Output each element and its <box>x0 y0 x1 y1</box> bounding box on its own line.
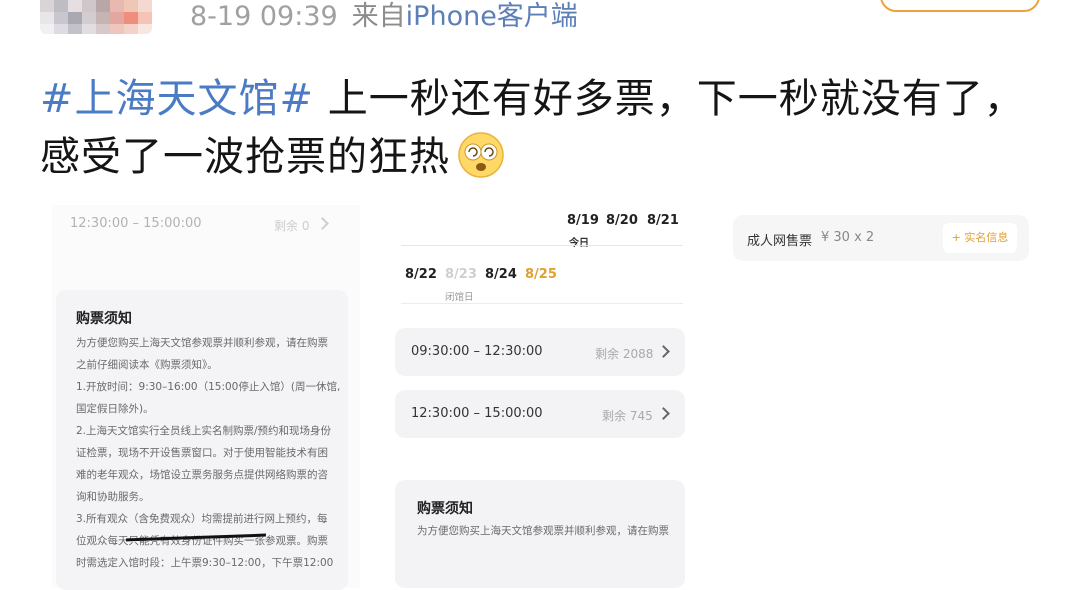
notice-line: 之前仔细阅读本《购票须知》。 <box>76 359 218 371</box>
post-from-prefix: 来自 <box>351 1 406 32</box>
notice-body: 为方便您购买上海天文馆参观票并顺利参观，请在购票 <box>417 520 679 542</box>
notice-line: 为方便您购买上海天文馆参观票并顺利参观，请在购票 <box>417 525 669 537</box>
notice-line: 1.开放时间：9:30–16:00（15:00停止入馆）(周一休馆, <box>76 381 341 393</box>
date-row: 8/22 8/23 8/24 8/25 闭馆日 <box>393 263 693 305</box>
date-tab-disabled: 8/23 <box>445 267 477 282</box>
ticket-price: ¥ 30 x 2 <box>821 230 875 245</box>
chevron-right-icon <box>657 407 670 420</box>
notice-title: 购票须知 <box>417 501 473 517</box>
notice-line: 难的老年观众，场馆设立票务服务点提供网络购票的咨 <box>76 469 328 481</box>
today-label: 今日 <box>569 238 589 249</box>
divider <box>401 245 683 246</box>
time-slot-row[interactable]: 09:30:00 – 12:30:00 剩余 2088 <box>395 328 685 376</box>
left-notice-card: 购票须知 为方便您购买上海天文馆参观票并顺利参观，请在购票 之前仔细阅读本《购票… <box>56 290 348 590</box>
time-slot-row[interactable]: 12:30:00 – 15:00:00 剩余 745 <box>395 390 685 438</box>
notice-card: 购票须知 为方便您购买上海天文馆参观票并顺利参观，请在购票 <box>395 480 685 588</box>
slot-time: 09:30:00 – 12:30:00 <box>411 344 543 359</box>
date-tab[interactable]: 8/21 <box>647 213 679 228</box>
notice-line: 2.上海天文馆实行全员线上实名制购票/预约和现场身份 <box>76 425 332 437</box>
left-slot-remain: 剩余 0 <box>274 219 310 233</box>
add-realname-button[interactable]: + 实名信息 <box>943 223 1017 253</box>
dizzy-face-emoji-icon <box>456 130 506 180</box>
closed-day-label: 闭馆日 <box>445 292 474 303</box>
middle-screenshot: 8/19 8/20 8/21 今日 8/22 8/23 8/24 8/25 闭馆… <box>393 205 693 588</box>
date-tab[interactable]: 8/22 <box>405 267 437 282</box>
notice-line: 时需选定入馆时段：上午票9:30–12:00，下午票12:00 <box>76 557 334 569</box>
ticket-name: 成人网售票 <box>747 234 813 249</box>
slot-remain: 剩余 2088 <box>595 347 654 361</box>
chevron-right-icon <box>657 345 670 358</box>
notice-line: 为方便您购买上海天文馆参观票并顺利参观，请在购票 <box>76 337 328 349</box>
left-screenshot: 12:30:00 – 15:00:00 剩余 0 购票须知 为方便您购买上海天文… <box>52 205 360 590</box>
notice-line: 3.所有观众（含免费观众）均需提前进行网上预约，每 <box>76 513 328 525</box>
date-tab[interactable]: 8/19 <box>567 213 599 228</box>
post-time: 8-19 09:39 <box>190 1 338 32</box>
divider <box>401 303 683 304</box>
hashtag-link[interactable]: #上海天文馆# <box>40 76 314 122</box>
date-tab[interactable]: 8/24 <box>485 267 517 282</box>
post-meta: 8-19 09:39 来自iPhone客户端 <box>190 0 578 34</box>
notice-line: 询和协助服务。 <box>76 491 150 503</box>
left-time-slot-row[interactable]: 12:30:00 – 15:00:00 剩余 0 <box>52 205 352 243</box>
ticket-row: 成人网售票 ¥ 30 x 2 + 实名信息 <box>733 215 1029 261</box>
top-date-row: 8/19 8/20 8/21 今日 <box>393 209 693 249</box>
post-text: #上海天文馆# 上一秒还有好多票，下一秒就没有了，感受了一波抢票的狂热 <box>40 70 1040 186</box>
follow-button[interactable] <box>880 0 1040 12</box>
right-screenshot: 成人网售票 ¥ 30 x 2 + 实名信息 <box>733 205 1033 588</box>
notice-line: 位观众每天只能凭有效身份证件购买一张参观票。购票 <box>76 535 328 547</box>
left-slot-time: 12:30:00 – 15:00:00 <box>70 216 202 231</box>
post-source-link[interactable]: iPhone客户端 <box>406 1 578 32</box>
avatar[interactable] <box>40 0 152 34</box>
notice-line: 证检票，现场不开设售票窗口。对于使用智能技术有困 <box>76 447 328 459</box>
slot-remain: 剩余 745 <box>602 409 653 423</box>
notice-line: 国定假日除外)。 <box>76 403 154 415</box>
date-tab[interactable]: 8/20 <box>606 213 638 228</box>
left-notice-title: 购票须知 <box>76 311 132 327</box>
date-tab-selected[interactable]: 8/25 <box>525 267 557 282</box>
chevron-right-icon <box>316 217 329 230</box>
slot-time: 12:30:00 – 15:00:00 <box>411 406 543 421</box>
